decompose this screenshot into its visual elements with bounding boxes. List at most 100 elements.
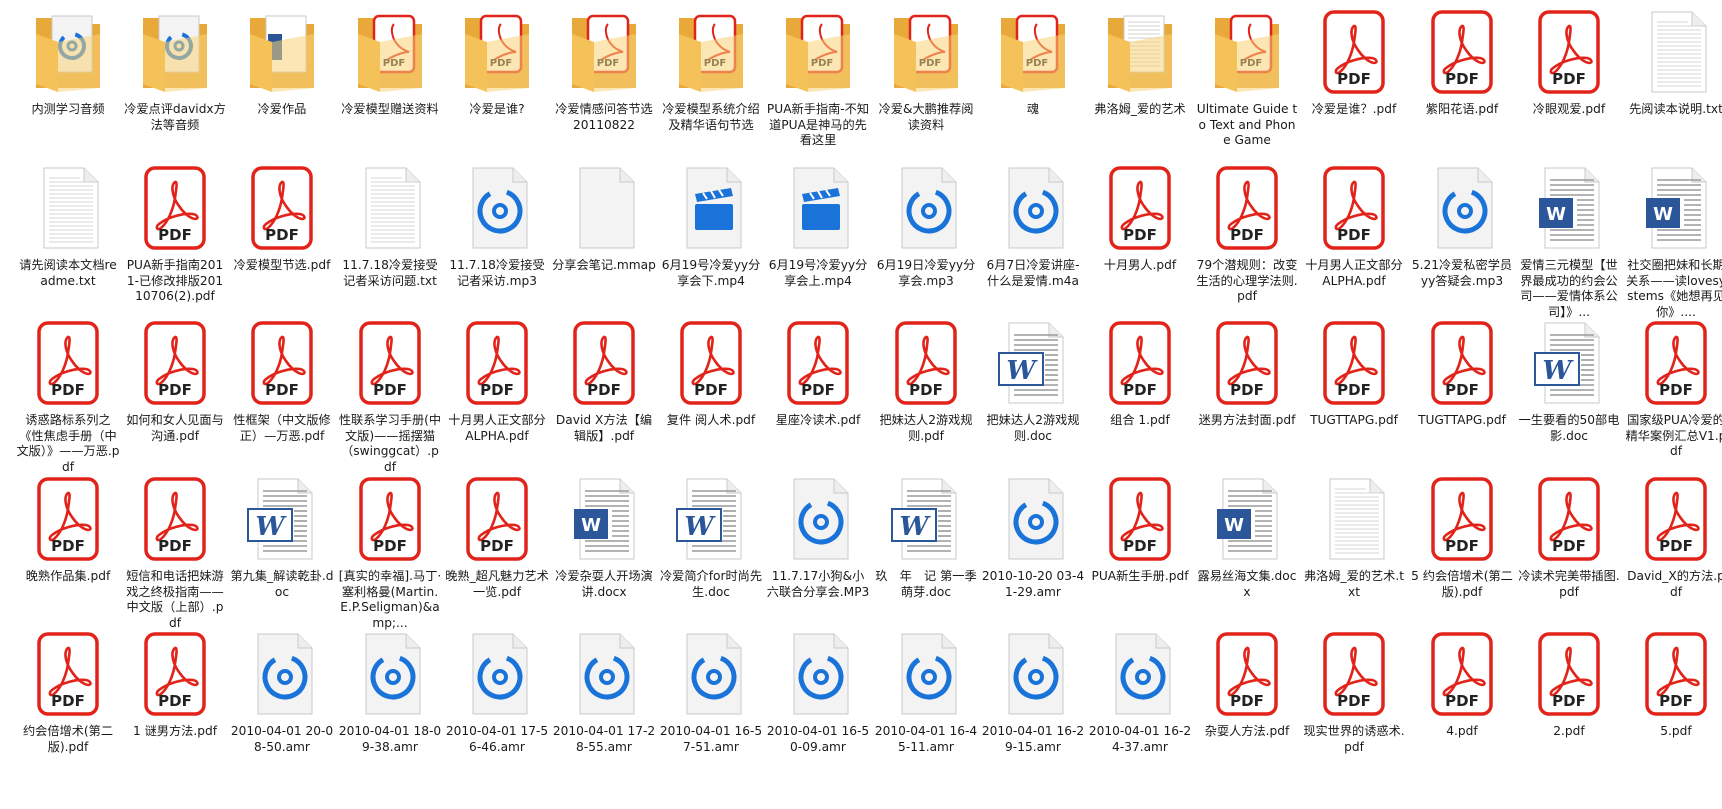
file-name-label: David_X的方法.pdf — [1627, 569, 1722, 599]
file-item[interactable]: PDF 冷爱是谁？.pdf — [1302, 0, 1406, 168]
word-doc-icon: W — [673, 475, 749, 563]
file-item[interactable]: W 社交圈把妹和长期关系——读lovesystems《她想再见你》.... — [1624, 156, 1722, 324]
file-item[interactable]: PDF 杂耍人方法.pdf — [1195, 622, 1299, 790]
word-doc-icon: W — [995, 319, 1071, 407]
file-item[interactable]: PDF 4.pdf — [1410, 622, 1514, 790]
file-item[interactable]: W 爱情三元模型【世界最成功的约会公司——爱情体系公司】》... — [1517, 156, 1621, 324]
file-name-label: 冷爱模型节选.pdf — [233, 258, 331, 272]
file-item[interactable]: 2010-04-01 16-29-15.amr — [981, 622, 1085, 790]
file-item[interactable]: PDF 短信和电话把妹游戏之终极指南——中文版（上部）.pdf — [123, 467, 227, 635]
file-item[interactable]: PDF 如何和女人见面与沟通.pdf — [123, 311, 227, 479]
file-item[interactable]: W 玖 年 记 第一季 萌芽.doc — [874, 467, 978, 635]
file-item[interactable]: W 一生要看的50部电影.doc — [1517, 311, 1621, 479]
file-item[interactable]: 6月19日冷爱yy分享会.mp3 — [874, 156, 978, 324]
file-item[interactable]: PDF 2.pdf — [1517, 622, 1621, 790]
audio-file-icon — [1102, 630, 1178, 718]
file-item[interactable]: 2010-04-01 16-24-37.amr — [1088, 622, 1192, 790]
svg-text:PDF: PDF — [373, 537, 407, 555]
file-item[interactable]: PDF 冷读术完美带插图.pdf — [1517, 467, 1621, 635]
file-item[interactable]: PDF 十月男人正文部分ALPHA.pdf — [445, 311, 549, 479]
file-item[interactable]: 先阅读本说明.txt — [1624, 0, 1722, 168]
file-name-label: 2010-04-01 17-56-46.amr — [445, 724, 549, 754]
file-item[interactable]: PDF 性联系学习手册(中文版)——摇摆猫（swinggcat）.pdf — [338, 311, 442, 479]
folder-item[interactable]: PDF 冷爱模型赠送资料 — [338, 0, 442, 168]
file-item[interactable]: PDF 1 谜男方法.pdf — [123, 622, 227, 790]
file-item[interactable]: PDF PUA新生手册.pdf — [1088, 467, 1192, 635]
file-item[interactable]: 2010-04-01 18-09-38.amr — [338, 622, 442, 790]
file-item[interactable]: W 露易丝海文集.docx — [1195, 467, 1299, 635]
folder-item[interactable]: PDF 冷爱是谁? — [445, 0, 549, 168]
svg-text:PDF: PDF — [1659, 692, 1693, 710]
file-item[interactable]: 弗洛姆_爱的艺术.txt — [1302, 467, 1406, 635]
file-item[interactable]: PDF 星座冷读术.pdf — [766, 311, 870, 479]
file-item[interactable]: PDF 约会倍增术(第二版).pdf — [16, 622, 120, 790]
file-item[interactable]: 11.7.18冷爱接受记者采访.mp3 — [445, 156, 549, 324]
svg-text:W: W — [899, 512, 931, 542]
file-item[interactable]: PDF 现实世界的诱惑术.pdf — [1302, 622, 1406, 790]
file-item[interactable]: PDF 迷男方法封面.pdf — [1195, 311, 1299, 479]
file-item[interactable]: PDF 79个潜规则：改变生活的心理学法则.pdf — [1195, 156, 1299, 324]
file-item[interactable]: PDF 晚熟_超凡魅力艺术一览.pdf — [445, 467, 549, 635]
file-item[interactable]: PDF [真实的幸福].马丁·塞利格曼(Martin.E.P.Seligman)&… — [338, 467, 442, 635]
file-item[interactable]: 11.7.17小狗&小六联合分享会.MP3 — [766, 467, 870, 635]
folder-item[interactable]: 冷爱作品 — [230, 0, 334, 168]
file-item[interactable]: PDF 冷爱模型节选.pdf — [230, 156, 334, 324]
file-name-label: 十月男人正文部分ALPHA.pdf — [1305, 258, 1403, 288]
file-item[interactable]: PDF 晚熟作品集.pdf — [16, 467, 120, 635]
folder-item[interactable]: PDF 魂 — [981, 0, 1085, 168]
file-item[interactable]: PDF 复件 阅人术.pdf — [659, 311, 763, 479]
file-name-label: 冷爱杂耍人开场演讲.docx — [555, 569, 653, 599]
file-item[interactable]: 6月7日冷爱讲座-什么是爱情.m4a — [981, 156, 1085, 324]
folder-item[interactable]: PDF 冷爱情感问答节选20110822 — [552, 0, 656, 168]
folder-icon — [1102, 8, 1178, 96]
folder-item[interactable]: 内测学习音频 — [16, 0, 120, 168]
file-item[interactable]: W 冷爱简介for时尚先生.doc — [659, 467, 763, 635]
file-item[interactable]: 5.21冷爱私密学员yy答疑会.mp3 — [1410, 156, 1514, 324]
file-item[interactable]: 2010-04-01 16-50-09.amr — [766, 622, 870, 790]
file-item[interactable]: PDF 性框架（中文版修正）—万恶.pdf — [230, 311, 334, 479]
file-item[interactable]: PDF TUGTTAPG.pdf — [1410, 311, 1514, 479]
file-name-label: 5.pdf — [1660, 724, 1692, 738]
file-item[interactable]: 请先阅读本文档readme.txt — [16, 156, 120, 324]
file-item[interactable]: W 冷爱杂耍人开场演讲.docx — [552, 467, 656, 635]
file-item[interactable]: PDF 组合 1.pdf — [1088, 311, 1192, 479]
file-item[interactable]: PDF David X方法【编辑版】.pdf — [552, 311, 656, 479]
svg-text:PDF: PDF — [1123, 226, 1157, 244]
file-name-label: 现实世界的诱惑术.pdf — [1303, 724, 1405, 754]
file-item[interactable]: 2010-04-01 20-08-50.amr — [230, 622, 334, 790]
folder-item[interactable]: 弗洛姆_爱的艺术 — [1088, 0, 1192, 168]
file-item[interactable]: PDF TUGTTAPG.pdf — [1302, 311, 1406, 479]
file-item[interactable]: W 把妹达人2游戏规则.doc — [981, 311, 1085, 479]
file-item[interactable]: 11.7.18冷爱接受记者采访问题.txt — [338, 156, 442, 324]
file-item[interactable]: PDF 5 约会倍增术(第二版).pdf — [1410, 467, 1514, 635]
folder-item[interactable]: PDF 冷爱模型系统介绍及精华语句节选 — [659, 0, 763, 168]
file-item[interactable]: PDF 紫阳花语.pdf — [1410, 0, 1514, 168]
file-item[interactable]: 2010-04-01 17-28-55.amr — [552, 622, 656, 790]
file-item[interactable]: PDF David_X的方法.pdf — [1624, 467, 1722, 635]
file-item[interactable]: 2010-04-01 17-56-46.amr — [445, 622, 549, 790]
folder-item[interactable]: PDF 冷爱&大鹏推荐阅读资料 — [874, 0, 978, 168]
file-name-label: 2010-04-01 16-29-15.amr — [981, 724, 1085, 754]
file-item[interactable]: PDF 把妹达人2游戏规则.pdf — [874, 311, 978, 479]
file-item[interactable]: 2010-04-01 16-57-51.amr — [659, 622, 763, 790]
folder-item[interactable]: PDF PUA新手指南-不知道PUA是神马的先看这里 — [766, 0, 870, 168]
file-item[interactable]: PDF 诱惑路标系列之《性焦虑手册（中文版）》——万恶.pdf — [16, 311, 120, 479]
file-item[interactable]: PDF 冷眼观爱.pdf — [1517, 0, 1621, 168]
file-name-label: 魂 — [1026, 102, 1040, 116]
file-item[interactable]: 6月19号冷爱yy分享会下.mp4 — [659, 156, 763, 324]
file-item[interactable]: PDF 十月男人.pdf — [1088, 156, 1192, 324]
word-doc-icon: W — [888, 475, 964, 563]
file-item[interactable]: 2010-10-20 03-41-29.amr — [981, 467, 1085, 635]
folder-item[interactable]: 冷爱点评davidx方法等音频 — [123, 0, 227, 168]
file-item[interactable]: W 第九集_解读乾卦.doc — [230, 467, 334, 635]
file-item[interactable]: 分享会笔记.mmap — [552, 156, 656, 324]
file-item[interactable]: PDF 5.pdf — [1624, 622, 1722, 790]
file-item[interactable]: PDF 十月男人正文部分ALPHA.pdf — [1302, 156, 1406, 324]
file-item[interactable]: 2010-04-01 16-45-11.amr — [874, 622, 978, 790]
folder-item[interactable]: PDF Ultimate Guide to Text and Phone Game — [1195, 0, 1299, 168]
file-item[interactable]: PDF PUA新手指南2011-已修改排版20110706(2).pdf — [123, 156, 227, 324]
svg-text:PDF: PDF — [1230, 226, 1264, 244]
file-item[interactable]: PDF 国家级PUA冷爱的精华案例汇总V1.pdf — [1624, 311, 1722, 479]
audio-file-icon — [352, 630, 428, 718]
file-item[interactable]: 6月19号冷爱yy分享会上.mp4 — [766, 156, 870, 324]
